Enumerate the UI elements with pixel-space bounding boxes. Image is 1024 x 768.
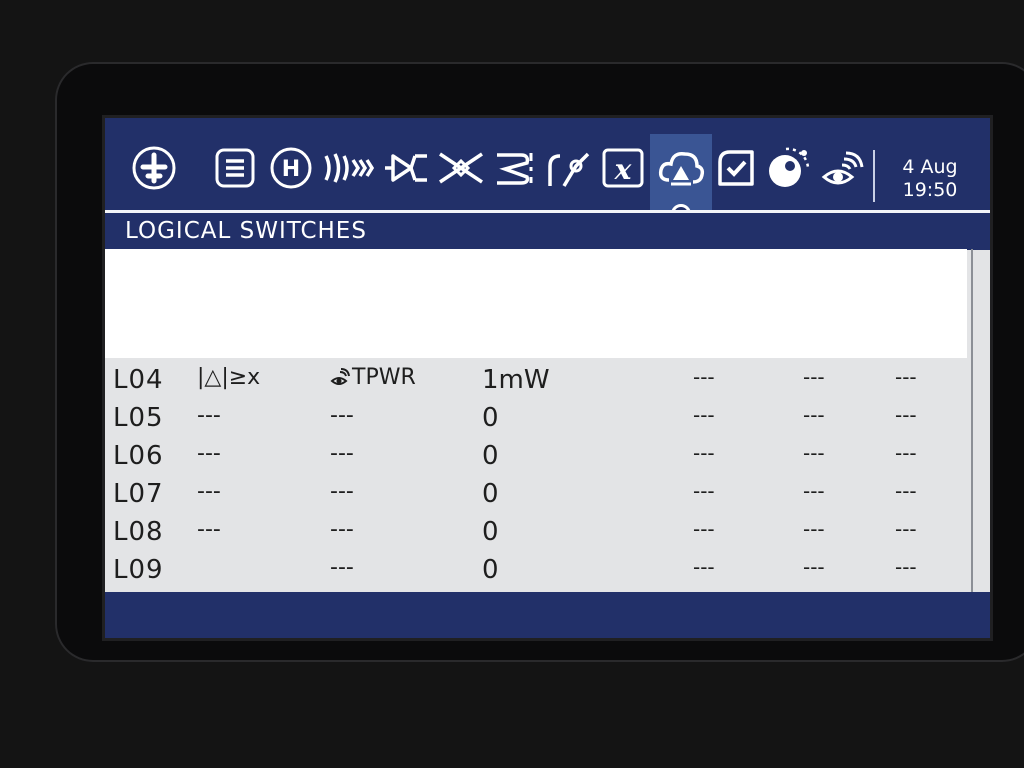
switch-delay: --- [895,365,917,389]
top-navigation-bar: H x 4 Aug 19:50 [105,118,990,210]
switch-id: L07 [113,479,164,509]
switch-duration: --- [803,479,825,503]
switch-delay: --- [895,517,917,541]
switch-id: L04 [113,365,164,395]
logical-switches-icon[interactable] [655,144,707,192]
switch-duration: --- [803,555,825,579]
switch-function: --- [197,441,221,466]
page-title: LOGICAL SWITCHES [125,218,367,244]
switch-id: L06 [113,441,164,471]
switch-duration: --- [803,441,825,465]
switch-and: --- [693,403,715,427]
header-divider [873,150,875,202]
date-time-display: 4 Aug 19:50 [885,156,975,202]
telemetry-sensor-icon [330,365,352,390]
mixes-icon[interactable] [435,144,487,192]
model-settings-icon[interactable] [211,144,259,192]
switch-delay: --- [895,403,917,427]
switch-value2: 0 [482,479,499,509]
heli-label: H [282,157,300,182]
switch-function: --- [197,517,221,542]
switch-and: --- [693,479,715,503]
logical-switch-row[interactable]: L08 --- --- 0 --- --- --- [105,515,990,553]
special-functions-icon[interactable] [713,144,759,192]
page-title-bar: LOGICAL SWITCHES [105,210,990,250]
outputs-icon[interactable] [490,144,538,192]
switch-duration: --- [803,517,825,541]
switch-id: L09 [113,555,164,585]
switch-value1: --- [330,555,354,580]
model-select-icon[interactable] [125,144,183,192]
switch-value1: TPWR [330,365,416,390]
flight-modes-icon[interactable] [320,144,375,192]
switch-value2: 0 [482,555,499,585]
switch-value1: --- [330,479,354,504]
switch-value2: 0 [482,403,499,433]
switch-value1: --- [330,403,354,428]
time-text: 19:50 [902,179,958,201]
logical-switch-list: L04 |△|≥x TPWR 1mW --- --- --- L05 --- --- 0 --- ---… [105,363,990,591]
logical-switch-row[interactable]: L07 --- --- 0 --- --- --- [105,477,990,515]
switch-value1: --- [330,517,354,542]
switch-delay: --- [895,441,917,465]
logical-switch-row[interactable]: L05 --- --- 0 --- --- --- [105,401,990,439]
switch-delay: --- [895,479,917,503]
switch-function: |△|≥x [197,365,261,390]
switch-and: --- [693,441,715,465]
logical-switch-row[interactable]: L09 --- 0 --- --- --- [105,553,990,591]
logical-switch-row[interactable]: L04 |△|≥x TPWR 1mW --- --- --- [105,363,990,401]
switch-value2: 0 [482,441,499,471]
curves-icon[interactable] [543,144,593,192]
switch-id: L08 [113,517,164,547]
switch-value1-text: TPWR [352,365,416,390]
global-variables-icon[interactable]: x [599,144,647,192]
switch-delay: --- [895,555,917,579]
switch-value2: 1mW [482,365,550,395]
switch-and: --- [693,555,715,579]
switch-duration: --- [803,365,825,389]
switch-function: --- [197,403,221,428]
switch-value1: --- [330,441,354,466]
heli-setup-icon[interactable]: H [267,144,315,192]
gvars-label: x [614,153,632,186]
inputs-icon[interactable] [380,144,432,192]
date-text: 4 Aug [902,156,958,178]
switch-id: L05 [113,403,164,433]
switch-and: --- [693,517,715,541]
lua-scripts-icon[interactable] [765,144,813,192]
telemetry-icon[interactable] [819,144,867,192]
switch-and: --- [693,365,715,389]
switch-value2: 0 [482,517,499,547]
switch-function: --- [197,479,221,504]
switch-duration: --- [803,403,825,427]
redacted-area [105,249,967,358]
bottom-bar [105,592,990,638]
radio-screen: H x 4 Aug 19:50 LOGICAL SWITCHES L04 |△|… [105,118,990,638]
logical-switch-row[interactable]: L06 --- --- 0 --- --- --- [105,439,990,477]
